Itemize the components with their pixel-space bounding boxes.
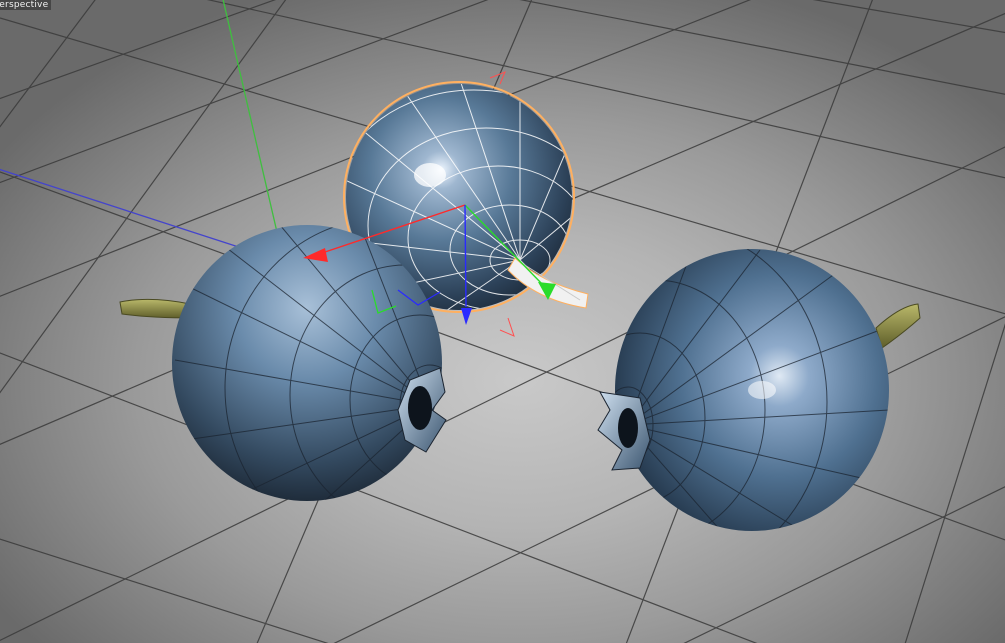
gizmo-z-handle[interactable] (461, 308, 472, 325)
world-axes-icon (0, 0, 286, 263)
3d-viewport[interactable]: Perspective (0, 0, 1005, 643)
stem-right (875, 303, 921, 349)
viewport-canvas[interactable] (0, 0, 1005, 643)
viewport-label[interactable]: Perspective (0, 0, 52, 10)
